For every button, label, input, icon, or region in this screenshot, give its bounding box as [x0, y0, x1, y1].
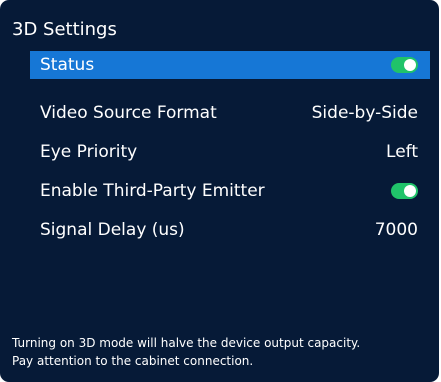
panel-title: 3D Settings: [12, 19, 117, 40]
settings-menu: Status Video Source Format Side-by-Side …: [30, 51, 430, 251]
signal-delay-label: Signal Delay (us): [40, 219, 185, 240]
video-source-format-label: Video Source Format: [40, 102, 217, 123]
menu-item-third-party-emitter[interactable]: Enable Third-Party Emitter: [30, 173, 430, 208]
menu-item-status[interactable]: Status: [30, 51, 430, 79]
status-toggle-knob: [404, 59, 416, 71]
eye-priority-label: Eye Priority: [40, 141, 138, 162]
signal-delay-value: 7000: [374, 219, 418, 240]
settings-panel: 3D Settings Status Video Source Format S…: [0, 0, 439, 382]
third-party-emitter-label: Enable Third-Party Emitter: [40, 180, 265, 201]
footer-line-2: Pay attention to the cabinet connection.: [12, 354, 254, 368]
footer-line-1: Turning on 3D mode will halve the device…: [12, 336, 361, 350]
menu-item-video-source-format[interactable]: Video Source Format Side-by-Side: [30, 95, 430, 130]
menu-item-eye-priority[interactable]: Eye Priority Left: [30, 134, 430, 169]
video-source-format-value: Side-by-Side: [311, 102, 418, 123]
status-toggle[interactable]: [391, 57, 418, 73]
status-label: Status: [40, 55, 95, 75]
eye-priority-value: Left: [386, 141, 418, 162]
footer-note: Turning on 3D mode will halve the device…: [12, 334, 439, 370]
third-party-emitter-toggle[interactable]: [391, 182, 418, 199]
menu-item-signal-delay[interactable]: Signal Delay (us) 7000: [30, 212, 430, 247]
third-party-emitter-toggle-knob: [404, 184, 416, 197]
